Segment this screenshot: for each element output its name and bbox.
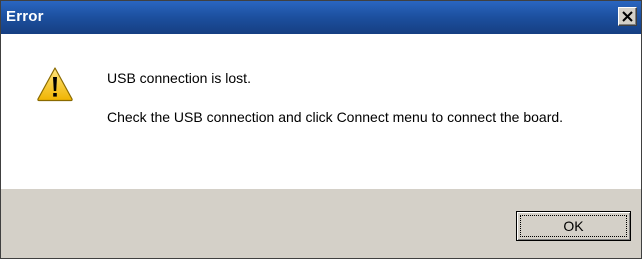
dialog-body: USB connection is lost. Check the USB co…	[1, 34, 641, 189]
close-button[interactable]	[618, 7, 637, 26]
error-dialog: Error USB connection is lost. Check the …	[0, 0, 642, 259]
window-title: Error	[6, 8, 44, 25]
warning-icon	[37, 67, 73, 102]
close-icon	[622, 11, 633, 22]
title-bar[interactable]: Error	[1, 1, 641, 34]
message-line-1: USB connection is lost.	[107, 70, 251, 86]
ok-button[interactable]: OK	[516, 211, 631, 241]
button-bar: OK	[1, 189, 641, 258]
message-line-2: Check the USB connection and click Conne…	[107, 109, 564, 125]
ok-button-label: OK	[520, 215, 627, 237]
